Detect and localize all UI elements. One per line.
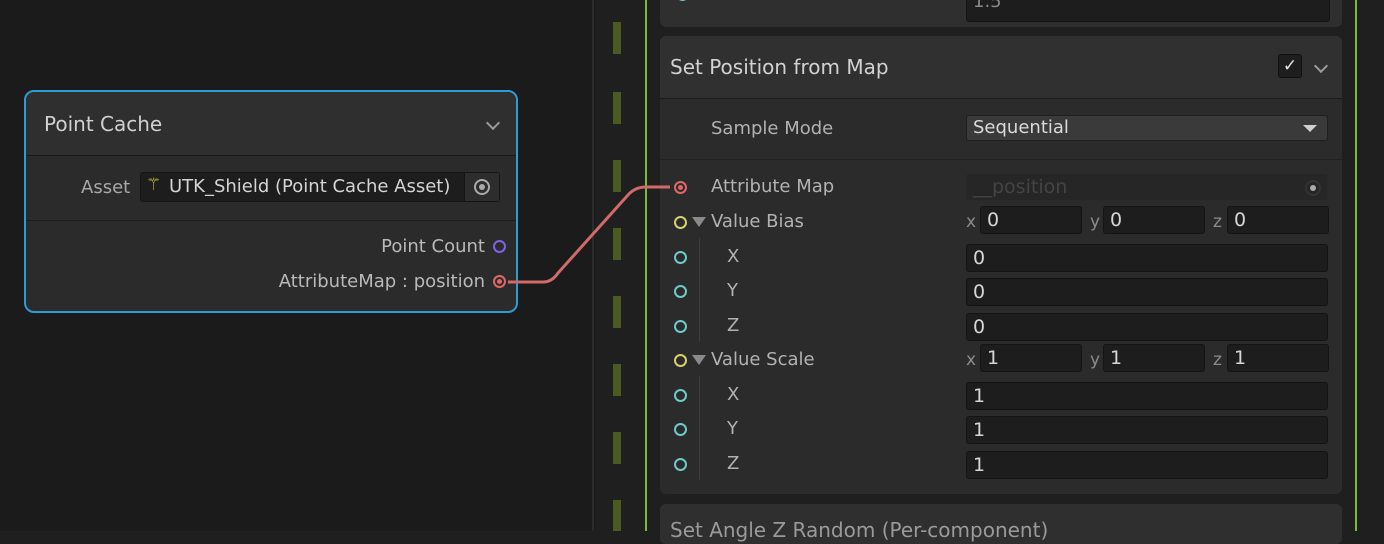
scale-z-full-field[interactable]: 1 <box>966 451 1328 479</box>
scale-y-full-field[interactable]: 1 <box>966 416 1328 444</box>
object-picker-icon <box>1305 180 1321 196</box>
axis-label-y: y <box>1090 350 1101 370</box>
bias-z-field[interactable]: 0 <box>1227 206 1329 234</box>
flow-dash <box>613 432 621 464</box>
input-port[interactable] <box>676 0 689 1</box>
axis-label-x: x <box>966 212 977 232</box>
enable-checkbox[interactable]: ✓ <box>1278 54 1302 78</box>
value-bias-label: Value Bias <box>711 211 804 232</box>
previous-block[interactable]: 1.5 <box>660 0 1342 27</box>
bias-x-full-field[interactable]: 0 <box>966 244 1328 272</box>
bias-x-port[interactable] <box>674 251 687 264</box>
value-scale-label: Value Scale <box>711 349 815 370</box>
point-count-label: Point Count <box>381 236 485 257</box>
scale-y-field[interactable]: 1 <box>1103 344 1205 372</box>
chevron-down-icon[interactable] <box>485 115 501 131</box>
flow-dash <box>613 296 621 328</box>
chevron-down-icon[interactable] <box>1313 58 1329 74</box>
attribute-map-label: Attribute Map <box>711 176 835 197</box>
axis-label-x: x <box>966 350 977 370</box>
dropdown-arrow-icon <box>1303 125 1317 132</box>
scale-y-port[interactable] <box>674 423 687 436</box>
scale-z-field[interactable]: 1 <box>1227 344 1329 372</box>
point-count-port[interactable] <box>493 239 506 253</box>
scale-x-label: X <box>727 384 740 405</box>
object-picker-icon <box>474 179 490 195</box>
block-header[interactable]: Set Position from Map ✓ <box>660 36 1342 99</box>
bias-y-field[interactable]: 0 <box>1103 206 1205 234</box>
node-header[interactable]: Point Cache <box>26 92 516 156</box>
previous-value-field[interactable]: 1.5 <box>966 0 1330 22</box>
object-picker-button[interactable] <box>464 173 499 201</box>
asset-object-field[interactable]: ⚚ UTK_Shield (Point Cache Asset) <box>140 172 500 202</box>
bias-y-full-field[interactable]: 0 <box>966 278 1328 306</box>
flow-dash <box>613 364 621 396</box>
attribute-map-output: AttributeMap : position <box>279 271 506 292</box>
value-scale-port[interactable] <box>674 354 687 367</box>
indent-guide <box>699 376 700 480</box>
set-position-from-map-block[interactable]: Set Position from Map ✓ Sample Mode Sequ… <box>660 36 1342 494</box>
point-cache-node[interactable]: Point Cache Asset ⚚ UTK_Shield (Point Ca… <box>24 90 518 313</box>
asset-label: Asset <box>81 177 131 198</box>
asset-row: Asset ⚚ UTK_Shield (Point Cache Asset) <box>26 156 516 221</box>
scale-z-port[interactable] <box>674 458 687 471</box>
next-block[interactable]: Set Angle Z Random (Per-component) <box>660 504 1342 544</box>
asset-value: UTK_Shield (Point Cache Asset) <box>169 176 451 197</box>
scale-x-port[interactable] <box>674 389 687 402</box>
flow-dash <box>613 160 621 192</box>
bias-y-label: Y <box>727 280 738 301</box>
collapse-triangle-icon[interactable] <box>692 217 706 227</box>
bias-z-label: Z <box>727 315 740 336</box>
attribute-map-field: __position <box>966 173 1328 201</box>
collapse-triangle-icon[interactable] <box>692 355 706 365</box>
point-count-output: Point Count <box>381 236 506 257</box>
scale-z-label: Z <box>727 453 740 474</box>
bias-x-label: X <box>727 246 740 267</box>
axis-label-z: z <box>1213 212 1222 232</box>
indent-guide <box>699 238 700 342</box>
flow-dash <box>613 92 621 124</box>
scale-x-field[interactable]: 1 <box>980 344 1082 372</box>
bias-z-full-field[interactable]: 0 <box>966 313 1328 341</box>
bias-x-field[interactable]: 0 <box>980 206 1082 234</box>
attribute-map-port[interactable] <box>674 181 687 194</box>
bias-y-port[interactable] <box>674 285 687 298</box>
flow-dash <box>613 228 621 260</box>
point-cache-asset-icon: ⚚ <box>146 175 162 195</box>
sample-mode-dropdown[interactable]: Sequential <box>966 115 1328 141</box>
flow-dash <box>613 22 621 54</box>
sample-mode-label: Sample Mode <box>711 118 834 139</box>
context-flow-line <box>592 0 594 531</box>
block-title: Set Position from Map <box>670 55 889 79</box>
axis-label-y: y <box>1090 212 1101 232</box>
sample-mode-row: Sample Mode Sequential <box>660 99 1342 160</box>
scale-y-label: Y <box>727 418 738 439</box>
axis-label-z: z <box>1213 350 1222 370</box>
value-bias-port[interactable] <box>674 216 687 229</box>
flow-dash <box>613 500 621 531</box>
bias-z-port[interactable] <box>674 320 687 333</box>
node-title: Point Cache <box>44 112 163 136</box>
next-block-title: Set Angle Z Random (Per-component) <box>670 518 1049 542</box>
scale-x-full-field[interactable]: 1 <box>966 382 1328 410</box>
attribute-map-output-label: AttributeMap : position <box>278 271 485 292</box>
attribute-map-output-port[interactable] <box>493 274 506 288</box>
